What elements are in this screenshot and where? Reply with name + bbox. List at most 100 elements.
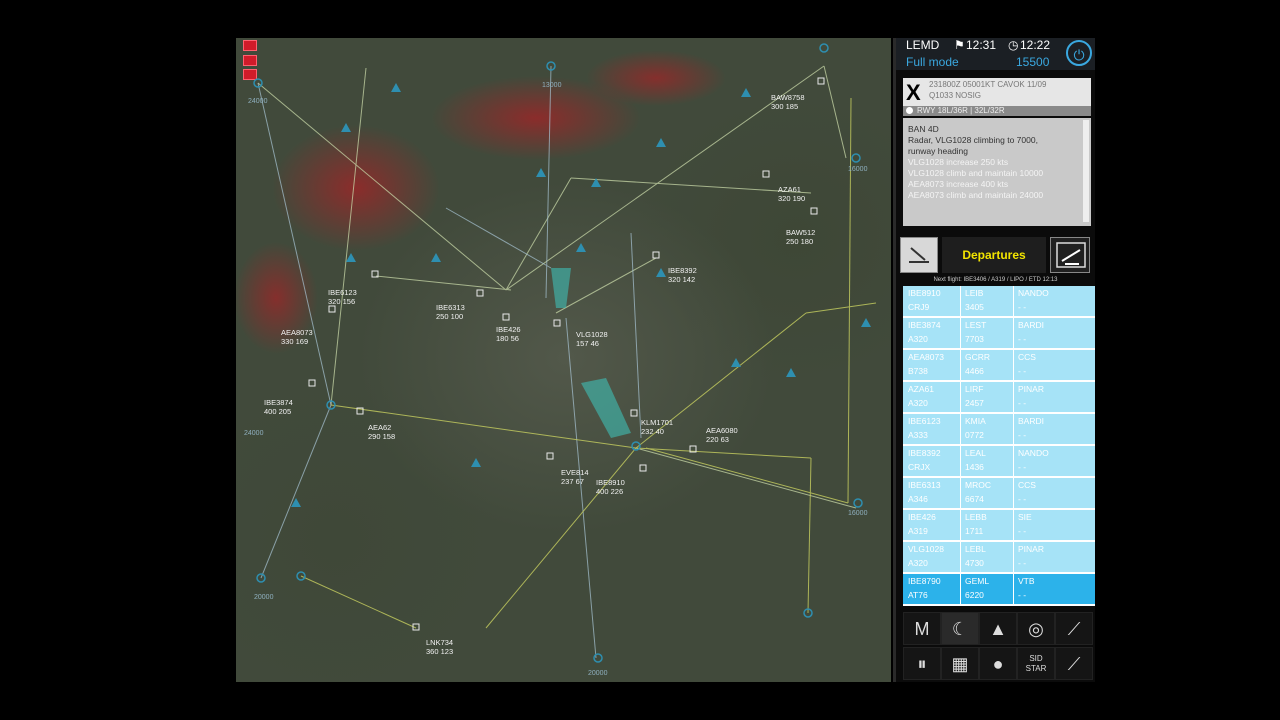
- strip-divider: [960, 414, 961, 444]
- aircraft-datablock[interactable]: BAW8758 300 185: [771, 93, 805, 111]
- strip-sq: 1436: [965, 462, 984, 472]
- departure-runway-icon[interactable]: ⟋: [1055, 647, 1093, 680]
- fix-altitude-label: 20000: [254, 594, 274, 601]
- log-line: VLG1028 increase 250 kts: [908, 157, 1009, 167]
- aircraft-callsign: AEA6080: [706, 426, 738, 435]
- strip-sub: - -: [1018, 366, 1027, 376]
- runway-indicator-icon: [906, 107, 913, 114]
- flight-strip[interactable]: IBE8910 CRJ9 LEIB 3405 NANDO - -: [903, 286, 1095, 318]
- triangle-icon[interactable]: ▲: [979, 612, 1017, 645]
- runway-config[interactable]: RWY 18L/36R | 32L/32R: [903, 106, 1091, 116]
- aircraft-callsign: AZA61: [778, 185, 801, 194]
- time-b: 12:22: [1020, 38, 1051, 52]
- aircraft-callsign: IBE8392: [668, 266, 697, 275]
- radar-scope[interactable]: BAW8758 300 185 AZA61 320 190 BAW512 250 180 I…: [236, 38, 891, 682]
- strip-sub: - -: [1018, 430, 1027, 440]
- flight-strip[interactable]: AZA61 A320 LIRF 2457 PINAR - -: [903, 382, 1095, 414]
- aircraft-alt-speed: 250 180: [786, 237, 814, 246]
- log-scrollbar[interactable]: [1083, 120, 1089, 222]
- clock-icon: ◷: [1008, 38, 1019, 52]
- sid-star-button[interactable]: SID STAR: [1017, 647, 1055, 680]
- aircraft-alt-speed: 320 142: [668, 275, 696, 284]
- time-a: 12:31: [966, 38, 997, 52]
- strip-divider: [1013, 446, 1014, 476]
- log-line: BAN 4D: [908, 124, 939, 134]
- runway-text: RWY 18L/36R | 32L/32R: [917, 106, 1005, 115]
- aircraft-datablock[interactable]: AZA61 320 190: [778, 185, 805, 203]
- aircraft-alt-speed: 400 226: [596, 487, 624, 496]
- pause-icon[interactable]: ⏸: [903, 647, 941, 680]
- aircraft-callsign: IBE6123: [328, 288, 357, 297]
- strip-type: A346: [908, 494, 928, 504]
- star-lines: [300, 97, 877, 629]
- arrival-runway-icon[interactable]: ⟋: [1055, 612, 1093, 645]
- sid-label: SID: [1029, 654, 1043, 663]
- metar-box: X 231800Z 05001KT CAVOK 11/09 Q1033 NOSI…: [903, 78, 1091, 106]
- strip-dest: LEST: [965, 320, 987, 330]
- map-mode-button[interactable]: M: [903, 612, 941, 645]
- weather-icon[interactable]: ☾: [941, 612, 979, 645]
- aircraft-datablock[interactable]: IBE3874 400 205: [264, 398, 293, 416]
- target-icon[interactable]: ◎: [1017, 612, 1055, 645]
- flight-strip[interactable]: AEA8073 B738 GCRR 4466 CCS - -: [903, 350, 1095, 382]
- flight-strip[interactable]: VLG1028 A320 LEBL 4730 PINAR - -: [903, 542, 1095, 574]
- aircraft-datablock[interactable]: AEA6080 220 63: [706, 426, 738, 444]
- strip-divider: [1013, 318, 1014, 348]
- message-log[interactable]: BAN 4D Radar, VLG1028 climbing to 7000, …: [903, 118, 1091, 226]
- grid-icon[interactable]: ▦: [941, 647, 979, 680]
- flight-strip[interactable]: IBE3874 A320 LEST 7703 BARDI - -: [903, 318, 1095, 350]
- aircraft-datablock[interactable]: IBE6313 250 100: [436, 303, 465, 321]
- strip-divider: [1013, 510, 1014, 540]
- strip-divider: [960, 446, 961, 476]
- aircraft-alt-speed: 360 123: [426, 647, 454, 656]
- power-icon[interactable]: ⏻: [1066, 40, 1092, 66]
- aircraft-datablock[interactable]: VLG1028 157 46: [576, 330, 608, 348]
- tab-departures[interactable]: Departures: [942, 237, 1046, 273]
- strip-fix: BARDI: [1018, 320, 1044, 330]
- strip-fix: VTB: [1018, 576, 1035, 586]
- strip-cs: IBE6123: [908, 416, 941, 426]
- aircraft-alt-speed: 232 40: [641, 427, 664, 436]
- flight-strip[interactable]: IBE6313 A346 MROC 6674 CCS - -: [903, 478, 1095, 510]
- strip-fix: PINAR: [1018, 544, 1044, 554]
- strip-sq: 4466: [965, 366, 984, 376]
- flight-strip[interactable]: IBE8790 AT76 GEML 6220 VTB - -: [903, 574, 1095, 606]
- aircraft-callsign: AEA62: [368, 423, 392, 432]
- strip-dest: LEBL: [965, 544, 986, 554]
- aircraft-callsign: EVE814: [561, 468, 589, 477]
- aircraft-callsign: IBE426: [496, 325, 521, 334]
- aircraft-datablock[interactable]: IBE6123 320 156: [328, 288, 357, 306]
- strip-fix: CCS: [1018, 352, 1036, 362]
- control-panel: LEMD ⚑ 12:31 ◷ 12:22 Full mode 15500 ⏻ X…: [893, 38, 1095, 682]
- aircraft-datablock[interactable]: KLM1701 232 40: [641, 418, 673, 436]
- mode-label[interactable]: Full mode: [906, 55, 959, 69]
- strip-fix: PINAR: [1018, 384, 1044, 394]
- close-icon[interactable]: X: [906, 80, 921, 106]
- departure-plane-icon[interactable]: [1050, 237, 1090, 273]
- aircraft-datablock[interactable]: AEA8073 330 169: [281, 328, 313, 346]
- log-line: AEA8073 climb and maintain 24000: [908, 190, 1044, 200]
- flight-strip[interactable]: IBE6123 A333 KMIA 0772 BARDI - -: [903, 414, 1095, 446]
- aircraft-alt-speed: 237 67: [561, 477, 584, 486]
- aircraft-datablock[interactable]: EVE814 237 67: [561, 468, 589, 486]
- strip-divider: [1013, 286, 1014, 316]
- strip-fix: NANDO: [1018, 448, 1049, 458]
- flight-strip[interactable]: IBE426 A319 LEBB 1711 SIE - -: [903, 510, 1095, 542]
- game-screen: BAW8758 300 185 AZA61 320 190 BAW512 250 180 I…: [0, 0, 1280, 720]
- strip-fix: BARDI: [1018, 416, 1044, 426]
- aircraft-datablock[interactable]: LNK734 360 123: [426, 638, 453, 656]
- arrivals-tab-icon[interactable]: [900, 237, 938, 273]
- aircraft-datablock[interactable]: IBE8392 320 142: [668, 266, 697, 284]
- aircraft-datablock[interactable]: IBE426 180 56: [496, 325, 521, 343]
- radar-dot-icon[interactable]: ●: [979, 647, 1017, 680]
- strip-dest: MROC: [965, 480, 991, 490]
- metar-line: 231800Z 05001KT CAVOK 11/09: [929, 80, 1047, 89]
- aircraft-datablock[interactable]: BAW512 250 180: [786, 228, 815, 246]
- aircraft-datablock[interactable]: IBE8910 400 226: [596, 478, 625, 496]
- aircraft-datablock[interactable]: AEA62 290 158: [368, 423, 395, 441]
- strip-type: B738: [908, 366, 928, 376]
- strip-fix: CCS: [1018, 480, 1036, 490]
- strip-sq: 1711: [965, 526, 984, 536]
- strip-divider: [960, 318, 961, 348]
- flight-strip[interactable]: IBE8392 CRJX LEAL 1436 NANDO - -: [903, 446, 1095, 478]
